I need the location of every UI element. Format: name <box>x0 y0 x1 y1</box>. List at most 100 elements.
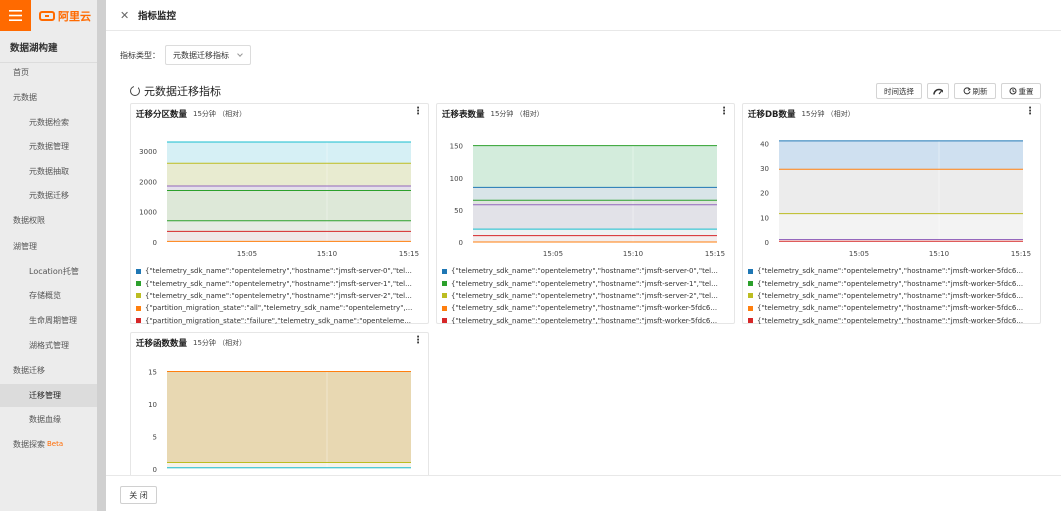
sidebar-item-label: 元数据抽取 <box>29 167 69 176</box>
legend-item[interactable]: {"telemetry_sdk_name":"opentelemetry","h… <box>442 277 727 289</box>
metric-type-select[interactable]: 元数据迁移指标 <box>165 45 251 65</box>
legend-item[interactable]: {"telemetry_sdk_name":"opentelemetry","h… <box>442 302 727 314</box>
legend-item[interactable]: {"telemetry_sdk_name":"opentelemetry","h… <box>748 265 1033 277</box>
refresh-button[interactable]: 刷新 <box>954 83 996 99</box>
x-tick-label: 15:15 <box>399 250 419 258</box>
area-chart: 0 50 100 150 15:05 15:10 15:15 <box>450 136 725 258</box>
legend-label: {"telemetry_sdk_name":"opentelemetry","h… <box>451 304 718 313</box>
legend-item[interactable]: {"telemetry_sdk_name":"opentelemetry","h… <box>748 302 1033 314</box>
more-icon[interactable]: ⋮ <box>1025 107 1035 117</box>
card-time-range: 15分钟 （相对） <box>193 339 247 347</box>
legend-swatch <box>136 268 141 274</box>
sidebar-item[interactable]: 元数据管理 <box>0 135 106 158</box>
drawer-mask <box>97 0 106 511</box>
more-icon[interactable]: ⋮ <box>413 336 423 346</box>
close-button[interactable]: 关 闭 <box>120 486 157 504</box>
y-tick-label: 1000 <box>139 209 157 217</box>
chart-legend: {"telemetry_sdk_name":"opentelemetry","h… <box>748 265 1033 327</box>
card-header: 迁移表数量 15分钟 （相对） ⋮ <box>437 104 734 124</box>
legend-swatch <box>136 293 141 299</box>
sidebar-item-label: 数据迁移 <box>13 366 45 375</box>
card-time-range: 15分钟 （相对） <box>490 110 544 118</box>
sidebar-item[interactable]: 元数据检索 <box>0 111 106 134</box>
y-tick-label: 3000 <box>139 148 157 156</box>
legend-item[interactable]: {"partition_migration_state":"all","tele… <box>136 302 421 314</box>
sidebar-item[interactable]: 存储概览 <box>0 284 106 307</box>
chart-toolbar: 时间选择 刷新 重置 <box>876 83 1041 99</box>
y-tick-label: 10 <box>148 401 157 409</box>
legend-item[interactable]: {"telemetry_sdk_name":"opentelemetry","h… <box>136 290 421 302</box>
metric-type-value: 元数据迁移指标 <box>173 50 229 60</box>
legend-item[interactable]: {"telemetry_sdk_name":"opentelemetry","h… <box>442 265 727 277</box>
metric-type-label: 指标类型： <box>120 50 160 60</box>
legend-item[interactable]: {"telemetry_sdk_name":"opentelemetry","h… <box>748 277 1033 289</box>
sidebar-item-label: 数据权限 <box>13 216 45 225</box>
legend-item[interactable]: {"telemetry_sdk_name":"opentelemetry","h… <box>136 277 421 289</box>
sidebar-item-label: 首页 <box>13 68 29 77</box>
metric-card: 迁移表数量 15分钟 （相对） ⋮ 0 50 100 150 15:05 15:10 15:15 {… <box>436 103 735 327</box>
speed-button[interactable] <box>927 83 949 99</box>
sidebar-item[interactable]: 数据血缘 <box>0 408 106 431</box>
sidebar-item[interactable]: 首页 <box>0 61 106 84</box>
refresh-icon <box>963 87 971 95</box>
legend-label: {"telemetry_sdk_name":"opentelemetry","h… <box>145 267 412 276</box>
menu-button[interactable] <box>0 0 31 31</box>
legend-swatch <box>442 293 447 299</box>
sidebar-item[interactable]: 迁移管理 <box>0 384 106 407</box>
card-header: 迁移分区数量 15分钟 （相对） ⋮ <box>131 104 428 124</box>
legend-item[interactable]: {"telemetry_sdk_name":"opentelemetry","h… <box>442 315 727 327</box>
history-icon <box>1009 87 1016 95</box>
sidebar-item[interactable]: 数据探索 Beta <box>0 433 110 456</box>
drawer-title: 指标监控 <box>138 11 177 22</box>
sidebar-item[interactable]: 数据权限 <box>0 209 110 232</box>
reset-button[interactable]: 重置 <box>1001 83 1041 99</box>
chart-legend: {"telemetry_sdk_name":"opentelemetry","h… <box>136 265 421 327</box>
y-tick-label: 150 <box>450 143 463 151</box>
legend-item[interactable]: {"telemetry_sdk_name":"opentelemetry","h… <box>748 290 1033 302</box>
series-area <box>473 235 717 242</box>
sidebar-item[interactable]: 元数据迁移 <box>0 184 106 207</box>
series-area <box>779 213 1023 242</box>
legend-swatch <box>748 281 753 287</box>
legend-swatch <box>442 268 447 274</box>
more-icon[interactable]: ⋮ <box>719 107 729 117</box>
card-title: 迁移DB数量 <box>748 110 796 120</box>
sidebar-item[interactable]: 湖格式管理 <box>0 334 106 357</box>
legend-label: {"partition_migration_state":"all","tele… <box>145 304 413 313</box>
card-title: 迁移表数量 <box>442 110 485 120</box>
card-time-range: 15分钟 （相对） <box>801 110 855 118</box>
sidebar-item[interactable]: Location托管 <box>0 260 106 283</box>
sidebar-item-label: 生命周期管理 <box>29 316 77 325</box>
chart-legend: {"telemetry_sdk_name":"opentelemetry","h… <box>442 265 727 327</box>
legend-label: {"partition_migration_state":"failure","… <box>145 316 412 325</box>
y-tick-label: 0 <box>153 239 157 247</box>
legend-item[interactable]: {"telemetry_sdk_name":"opentelemetry","h… <box>136 265 421 277</box>
legend-label: {"telemetry_sdk_name":"opentelemetry","h… <box>451 291 718 300</box>
legend-item[interactable]: {"partition_migration_state":"failure","… <box>136 315 421 327</box>
more-icon[interactable]: ⋮ <box>413 107 423 117</box>
close-icon[interactable]: ✕ <box>120 9 134 22</box>
area-chart: 0 10 20 30 40 15:05 15:10 15:15 <box>760 136 1031 258</box>
brand-logo[interactable]: 阿里云 <box>39 8 91 24</box>
sidebar-item[interactable]: 湖管理 <box>0 235 110 258</box>
beta-badge: Beta <box>47 440 64 448</box>
legend-item[interactable]: {"telemetry_sdk_name":"opentelemetry","h… <box>748 315 1033 327</box>
sidebar-item[interactable]: 生命周期管理 <box>0 309 106 332</box>
metric-type-row: 指标类型： 元数据迁移指标 <box>120 45 251 65</box>
legend-item[interactable]: {"telemetry_sdk_name":"opentelemetry","h… <box>442 290 727 302</box>
time-select-button[interactable]: 时间选择 <box>876 83 922 99</box>
sidebar-item[interactable]: 元数据 <box>0 86 110 109</box>
y-tick-label: 30 <box>760 165 769 173</box>
y-tick-label: 0 <box>765 239 769 247</box>
legend-label: {"telemetry_sdk_name":"opentelemetry","h… <box>757 304 1024 313</box>
card-time-range: 15分钟 （相对） <box>193 110 247 118</box>
sidebar-item-label: 数据血缘 <box>29 415 61 424</box>
sidebar-item-label: 元数据检索 <box>29 118 69 127</box>
sidebar-item[interactable]: 数据迁移 <box>0 359 110 382</box>
series-area <box>167 371 411 469</box>
metric-card: 迁移函数数量 15分钟 （相对） ⋮ 0 5 10 15 <box>130 332 429 482</box>
card-title: 迁移分区数量 <box>136 110 188 120</box>
sidebar-item[interactable]: 元数据抽取 <box>0 160 106 183</box>
legend-swatch <box>442 305 447 311</box>
section-title-text: 元数据迁移指标 <box>144 85 221 98</box>
